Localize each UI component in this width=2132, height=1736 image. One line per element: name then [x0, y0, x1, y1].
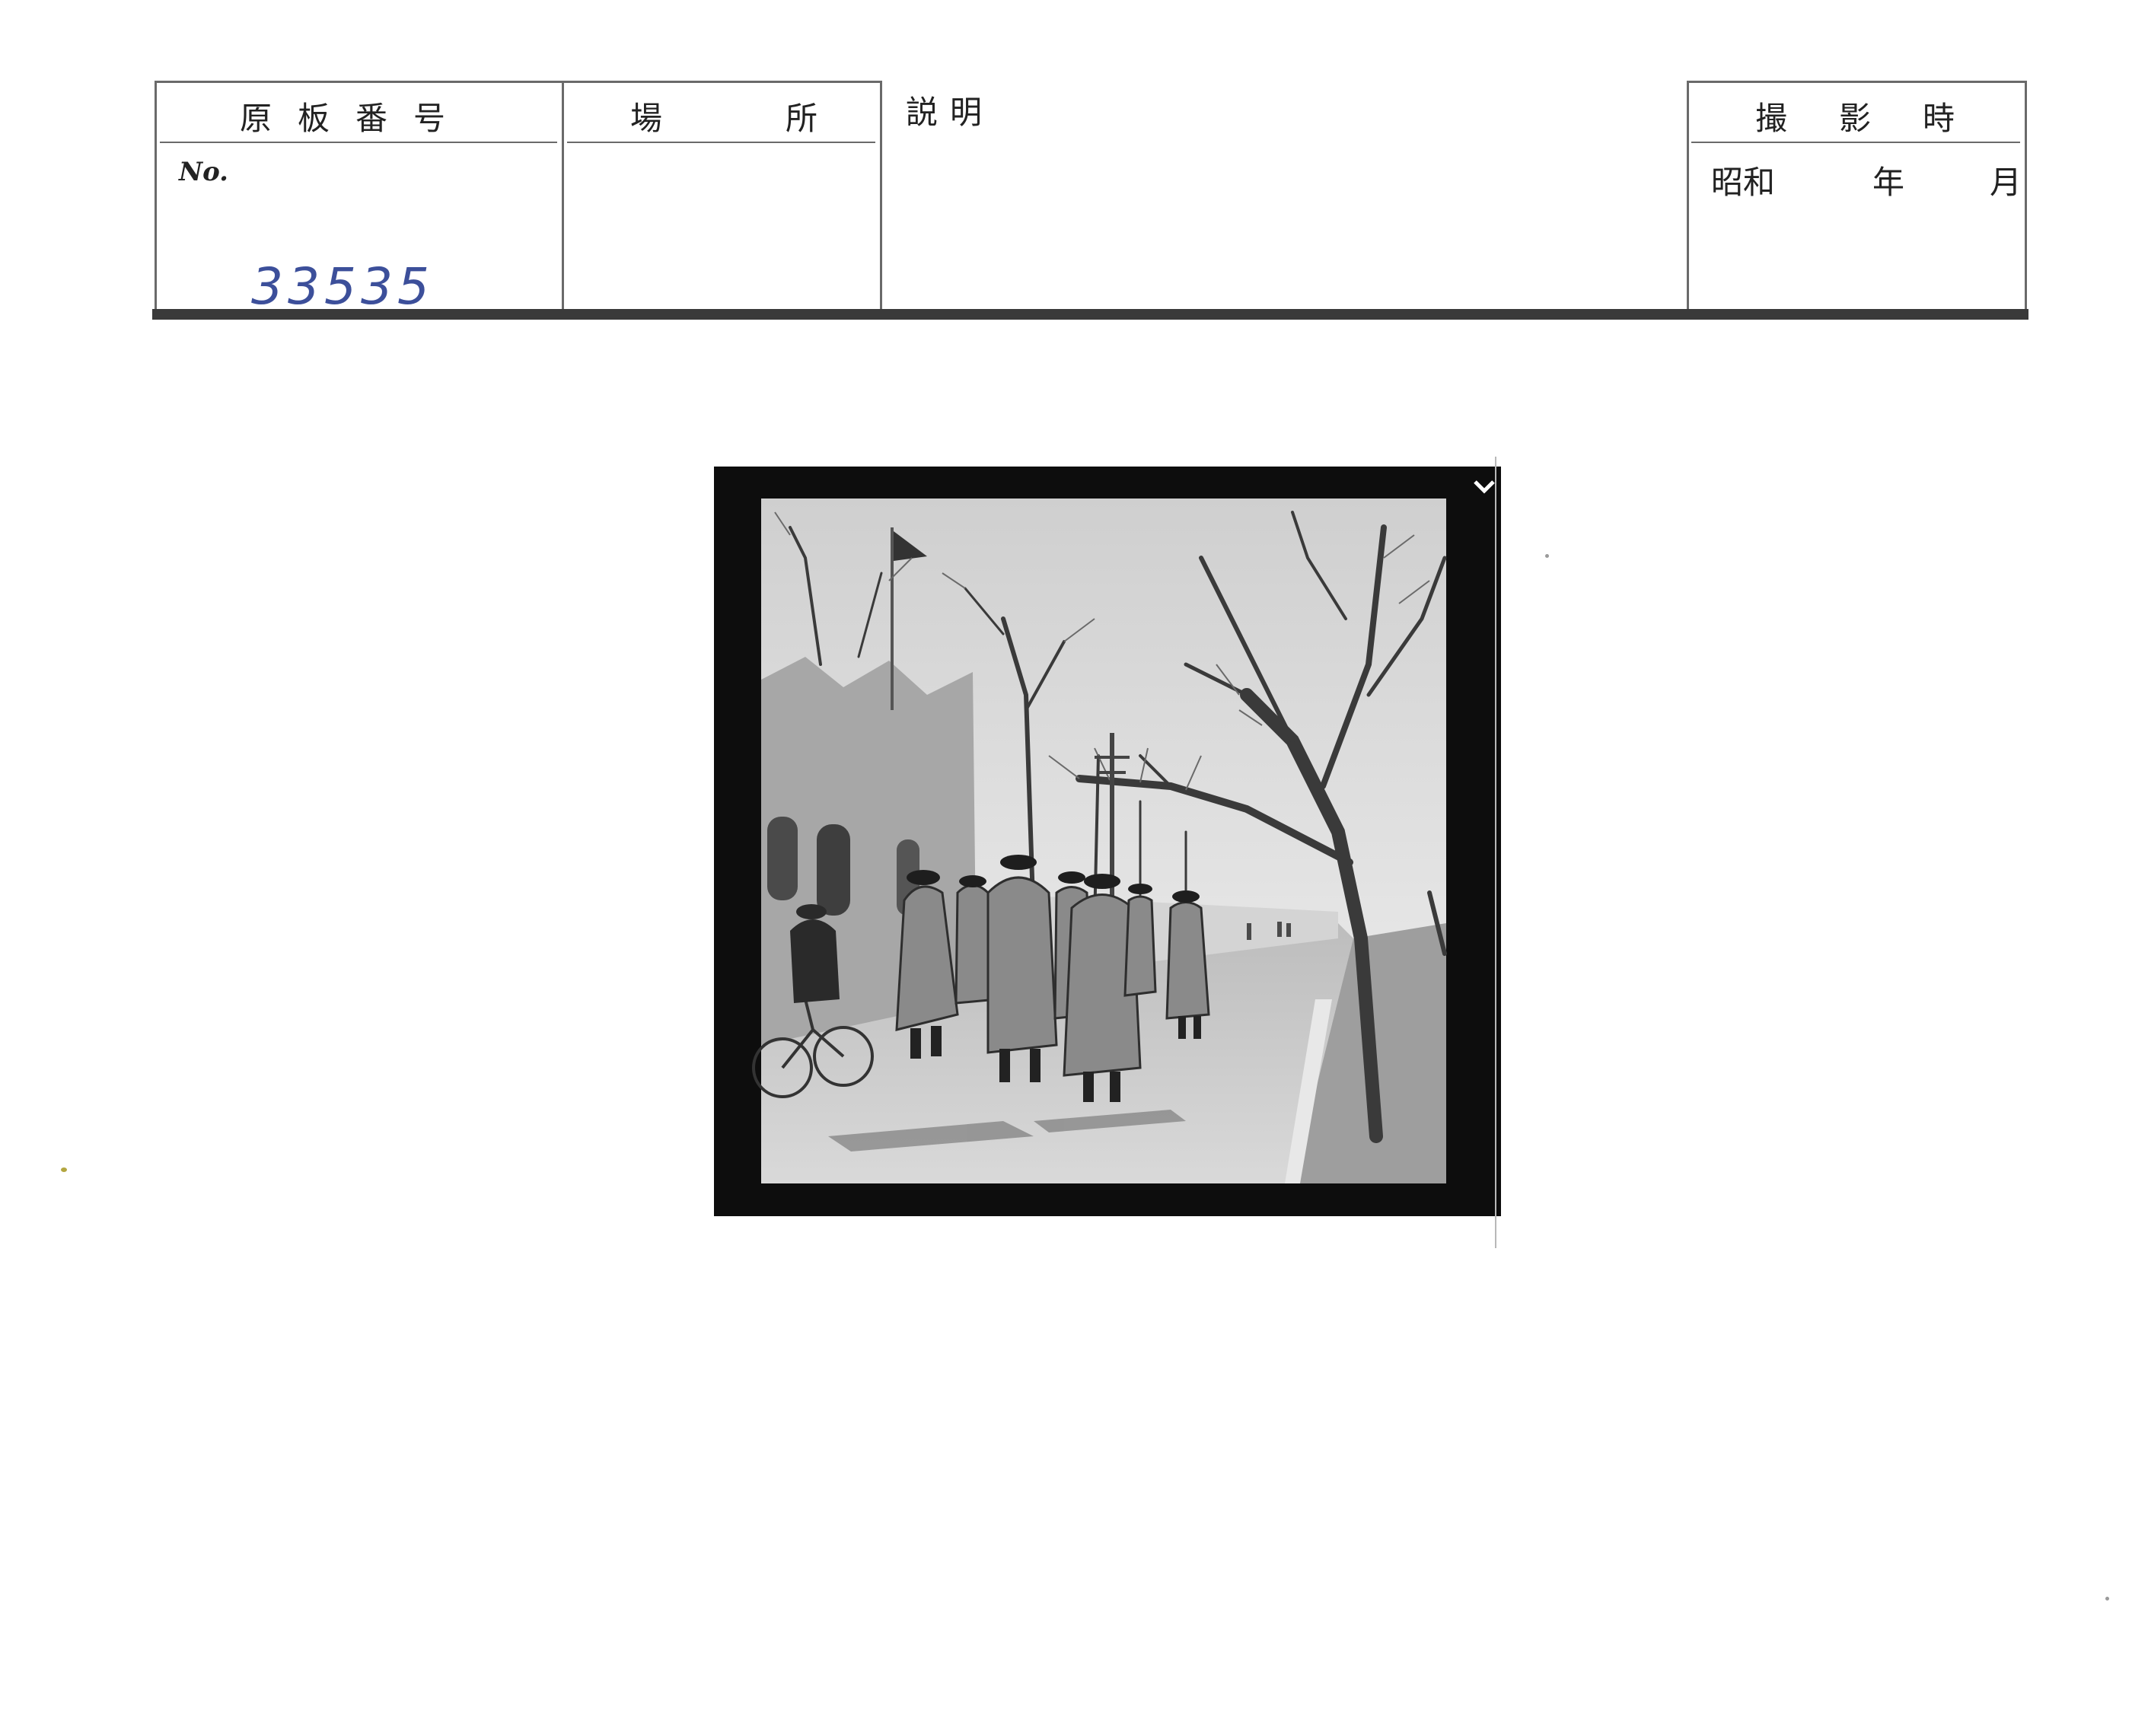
header-col-divider-2 [562, 81, 564, 309]
header-col-divider-5 [2025, 81, 2027, 309]
month-label: 月 [1990, 164, 2022, 201]
scan-speck [2105, 1597, 2109, 1601]
date-label: 撮影時 [1755, 100, 2007, 137]
photo-arch-2 [817, 824, 850, 916]
photo-flagpole [891, 527, 894, 710]
header-col-divider-3 [880, 81, 882, 309]
negative-number-label: 原板番号 [240, 100, 472, 137]
description-label: 説明 [906, 94, 995, 131]
photo-mount-guide-line [1495, 457, 1496, 1248]
header-subrule-2 [567, 142, 875, 143]
archive-record-card: 原板番号 場 所 説明 撮影時 No. 昭和 年 月 33535 [0, 0, 2132, 1736]
era-label: 昭和 [1711, 164, 1776, 201]
header-subrule-3 [1691, 142, 2020, 143]
no-label: No. [179, 157, 228, 187]
photo-corner-mark [1474, 480, 1495, 494]
header-col-divider-1 [155, 81, 157, 309]
year-label: 年 [1872, 164, 1905, 201]
mounted-photograph [714, 467, 1501, 1216]
header-top-rule-right [1687, 81, 2027, 83]
header-col-divider-4 [1687, 81, 1689, 309]
soldiers-walking-street-photo [752, 480, 1495, 1183]
header-subrule-1 [160, 142, 557, 143]
location-label: 場 所 [630, 100, 864, 137]
photo-arch-1 [767, 817, 798, 900]
header-top-rule-left [155, 81, 881, 83]
negative-number-value: 33535 [251, 257, 434, 316]
scan-speck [1545, 554, 1549, 558]
scan-speck [61, 1167, 67, 1172]
